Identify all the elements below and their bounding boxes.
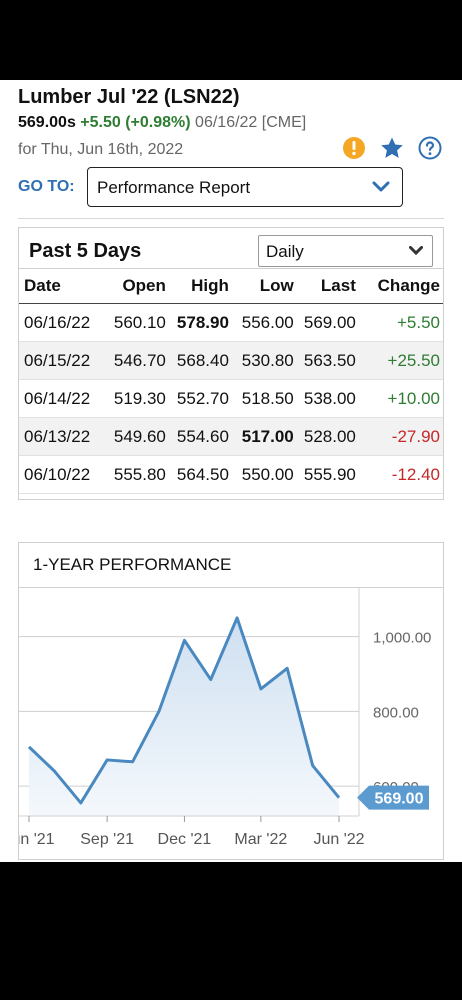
- cell-date: 06/15/22: [19, 341, 102, 380]
- cell-open: 546.70: [101, 341, 166, 380]
- cell-high: 552.70: [165, 379, 229, 418]
- quote-line: 569.00s +5.50 (+0.98%) 06/16/22 [CME]: [18, 114, 306, 132]
- cell-low: 556.00: [228, 303, 294, 342]
- cell-low: 518.50: [228, 379, 294, 418]
- col-last-header[interactable]: Last: [293, 268, 356, 304]
- y-tick-label: 800.00: [373, 704, 419, 721]
- cell-change: -27.90: [355, 417, 443, 456]
- cell-high: 568.40: [165, 341, 229, 380]
- performance-chart[interactable]: 600.00800.001,000.00Jun '21Sep '21Dec '2…: [19, 588, 443, 860]
- past-5-days-title: Past 5 Days: [29, 240, 142, 262]
- x-tick-label: Sep '21: [80, 831, 134, 848]
- col-date-header[interactable]: Date: [19, 268, 102, 304]
- past-5-days-panel: Past 5 Days Daily Date Open High Low Las…: [18, 227, 444, 500]
- x-tick-label: Dec '21: [158, 831, 212, 848]
- caret-down-icon: [409, 246, 423, 256]
- screen: Lumber Jul '22 (LSN22) 569.00s +5.50 (+0…: [0, 80, 462, 862]
- cell-high: 554.60: [165, 417, 229, 456]
- action-icons: [342, 136, 442, 160]
- cell-open: 560.10: [101, 303, 166, 342]
- star-icon[interactable]: [380, 136, 404, 160]
- cell-last: 555.90: [293, 455, 356, 494]
- col-high-header[interactable]: High: [165, 268, 229, 304]
- cell-last: 563.50: [293, 341, 356, 380]
- cell-date: 06/10/22: [19, 455, 102, 494]
- cell-open: 549.60: [101, 417, 166, 456]
- cell-date: 06/14/22: [19, 379, 102, 418]
- table-header-row: Date Open High Low Last Change: [19, 268, 443, 304]
- contract-title: Lumber Jul '22 (LSN22): [18, 86, 240, 108]
- col-change-header[interactable]: Change: [355, 268, 443, 304]
- last-value-label: 569.00: [375, 791, 424, 808]
- cell-change: +10.00: [355, 379, 443, 418]
- period-select[interactable]: Daily: [258, 235, 433, 267]
- table-row: 06/15/22 546.70 568.40 530.80 563.50 +25…: [19, 341, 443, 380]
- cell-last: 528.00: [293, 417, 356, 456]
- table-row: 06/14/22 519.30 552.70 518.50 538.00 +10…: [19, 379, 443, 418]
- x-tick-label: Jun '21: [19, 831, 55, 848]
- table-row: 06/10/22 555.80 564.50 550.00 555.90 -12…: [19, 455, 443, 494]
- price-change: +5.50 (+0.98%): [80, 114, 191, 131]
- col-open-header[interactable]: Open: [101, 268, 166, 304]
- alert-icon[interactable]: [342, 136, 366, 160]
- cell-change: +25.50: [355, 341, 443, 380]
- past-5-days-table: Date Open High Low Last Change 06/16/22 …: [19, 268, 443, 494]
- goto-select[interactable]: Performance Report: [87, 167, 403, 207]
- cell-date: 06/13/22: [19, 417, 102, 456]
- col-low-header[interactable]: Low: [228, 268, 294, 304]
- table-row: 06/13/22 549.60 554.60 517.00 528.00 -27…: [19, 417, 443, 456]
- x-tick-label: Mar '22: [234, 831, 287, 848]
- for-date: for Thu, Jun 16th, 2022: [18, 141, 184, 158]
- table-row: 06/16/22 560.10 578.90 556.00 569.00 +5.…: [19, 303, 443, 342]
- cell-low: 530.80: [228, 341, 294, 380]
- performance-panel: 1-YEAR PERFORMANCE 600.00800.001,000.00J…: [18, 542, 444, 860]
- chevron-down-icon: [372, 181, 390, 192]
- cell-last: 538.00: [293, 379, 356, 418]
- cell-open: 555.80: [101, 455, 166, 494]
- goto-label: GO TO:: [18, 178, 75, 195]
- cell-date: 06/16/22: [19, 303, 102, 342]
- period-selected-value: Daily: [266, 242, 304, 261]
- help-icon[interactable]: [418, 136, 442, 160]
- goto-selected-value: Performance Report: [97, 178, 251, 197]
- performance-title: 1-YEAR PERFORMANCE: [33, 555, 232, 574]
- y-tick-label: 1,000.00: [373, 630, 431, 647]
- last-price: 569.00s: [18, 114, 76, 131]
- cell-change: -12.40: [355, 455, 443, 494]
- quote-meta: 06/16/22 [CME]: [195, 114, 307, 131]
- cell-high: 578.90: [165, 303, 229, 342]
- cell-change: +5.50: [355, 303, 443, 342]
- divider: [18, 218, 444, 219]
- cell-high: 564.50: [165, 455, 229, 494]
- cell-low: 550.00: [228, 455, 294, 494]
- cell-last: 569.00: [293, 303, 356, 342]
- cell-open: 519.30: [101, 379, 166, 418]
- cell-low: 517.00: [228, 417, 294, 456]
- x-tick-label: Jun '22: [313, 831, 364, 848]
